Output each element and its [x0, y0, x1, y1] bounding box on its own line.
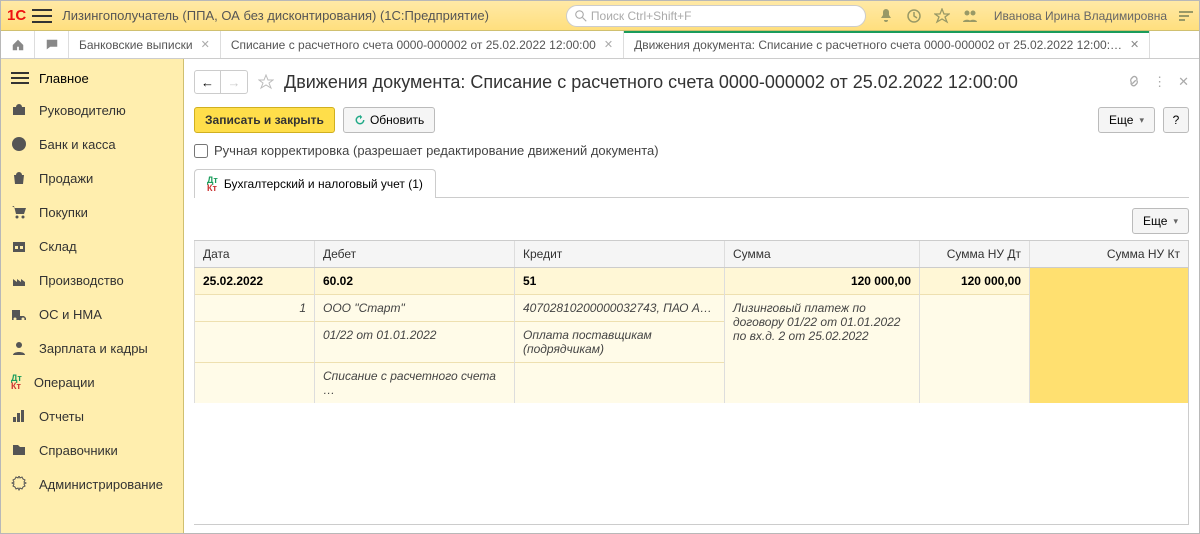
close-icon[interactable]: ✕: [1178, 74, 1189, 90]
bell-icon[interactable]: [878, 8, 894, 24]
more-menu-icon[interactable]: ⋮: [1153, 74, 1166, 90]
col-sum[interactable]: Сумма: [725, 241, 920, 268]
sidebar-item-catalogs[interactable]: Справочники: [1, 433, 183, 467]
sidebar-item-operations[interactable]: ДтКтОперации: [1, 365, 183, 399]
document-title: Движения документа: Списание с расчетног…: [284, 72, 1121, 93]
home-icon: [11, 38, 25, 52]
back-button[interactable]: ←: [195, 71, 221, 93]
close-icon[interactable]: ✕: [1130, 38, 1139, 51]
col-date[interactable]: Дата: [195, 241, 315, 268]
person-icon: [11, 340, 27, 356]
search-placeholder: Поиск Ctrl+Shift+F: [591, 9, 692, 23]
main-content: ← → Движения документа: Списание с расче…: [184, 59, 1199, 533]
col-credit[interactable]: Кредит: [515, 241, 725, 268]
sidebar-item-reports[interactable]: Отчеты: [1, 399, 183, 433]
tab-writeoff[interactable]: Списание с расчетного счета 0000-000002 …: [221, 31, 624, 58]
forward-button[interactable]: →: [221, 71, 247, 93]
app-title: Лизингополучатель (ППА, ОА без дисконтир…: [62, 8, 489, 23]
sidebar-item-salary[interactable]: Зарплата и кадры: [1, 331, 183, 365]
search-icon: [575, 10, 587, 22]
briefcase-icon: [11, 102, 27, 118]
cart-icon: [11, 204, 27, 220]
sidebar-item-manager[interactable]: Руководителю: [1, 93, 183, 127]
manual-correction-checkbox[interactable]: Ручная корректировка (разрешает редактир…: [194, 143, 1189, 158]
gear-icon: [11, 476, 27, 492]
sidebar-item-admin[interactable]: Администрирование: [1, 467, 183, 501]
close-icon[interactable]: ✕: [604, 38, 613, 51]
debit-credit-icon: ДтКт: [207, 176, 218, 192]
col-sum-nu-dt[interactable]: Сумма НУ Дт: [920, 241, 1030, 268]
refresh-icon: [354, 114, 366, 126]
more-button[interactable]: Еще: [1098, 107, 1155, 133]
chart-icon: [11, 408, 27, 424]
sidebar-item-purchases[interactable]: Покупки: [1, 195, 183, 229]
ruble-icon: [11, 136, 27, 152]
logo-1c: 1C: [7, 7, 26, 24]
factory-icon: [11, 272, 27, 288]
sidebar: Главное Руководителю Банк и касса Продаж…: [1, 59, 184, 533]
home-button[interactable]: [1, 31, 35, 58]
tab-accounting[interactable]: ДтКт Бухгалтерский и налоговый учет (1): [194, 169, 436, 198]
save-close-button[interactable]: Записать и закрыть: [194, 107, 335, 133]
sidebar-item-assets[interactable]: ОС и НМА: [1, 297, 183, 331]
help-button[interactable]: ?: [1163, 107, 1189, 133]
close-icon[interactable]: ✕: [201, 38, 210, 51]
user-name[interactable]: Иванова Ирина Владимировна: [994, 9, 1167, 23]
movements-table: Дата Дебет Кредит Сумма Сумма НУ Дт Сумм…: [194, 240, 1189, 525]
tab-document-movements[interactable]: Движения документа: Списание с расчетног…: [624, 31, 1150, 58]
tabs-row: Банковские выписки✕ Списание с расчетног…: [1, 31, 1199, 59]
debit-credit-icon: ДтКт: [11, 374, 22, 390]
truck-icon: [11, 306, 27, 322]
table-row[interactable]: 25.02.2022 60.02 51 120 000,00 120 000,0…: [195, 268, 1189, 295]
sidebar-item-main[interactable]: Главное: [1, 63, 183, 93]
panel-menu-button[interactable]: [1179, 11, 1193, 21]
refresh-button[interactable]: Обновить: [343, 107, 435, 133]
discussions-button[interactable]: [35, 31, 69, 58]
warehouse-icon: [11, 238, 27, 254]
col-debit[interactable]: Дебет: [315, 241, 515, 268]
sidebar-item-sales[interactable]: Продажи: [1, 161, 183, 195]
main-menu-button[interactable]: [32, 9, 52, 23]
chat-icon: [45, 38, 59, 52]
sidebar-item-bank[interactable]: Банк и касса: [1, 127, 183, 161]
bag-icon: [11, 170, 27, 186]
col-sum-nu-kt[interactable]: Сумма НУ Кт: [1030, 241, 1189, 268]
users-icon[interactable]: [962, 8, 978, 24]
sidebar-item-production[interactable]: Производство: [1, 263, 183, 297]
search-input[interactable]: Поиск Ctrl+Shift+F: [566, 5, 866, 27]
link-icon[interactable]: [1127, 75, 1141, 89]
star-icon[interactable]: [934, 8, 950, 24]
history-icon[interactable]: [906, 8, 922, 24]
tab-bank-statements[interactable]: Банковские выписки✕: [69, 31, 221, 58]
header-icons: Иванова Ирина Владимировна: [878, 8, 1193, 24]
folder-icon: [11, 442, 27, 458]
favorite-icon[interactable]: [258, 74, 274, 90]
sidebar-item-warehouse[interactable]: Склад: [1, 229, 183, 263]
app-header: 1C Лизингополучатель (ППА, ОА без дискон…: [1, 1, 1199, 31]
table-more-button[interactable]: Еще: [1132, 208, 1189, 234]
nav-arrows: ← →: [194, 70, 248, 94]
